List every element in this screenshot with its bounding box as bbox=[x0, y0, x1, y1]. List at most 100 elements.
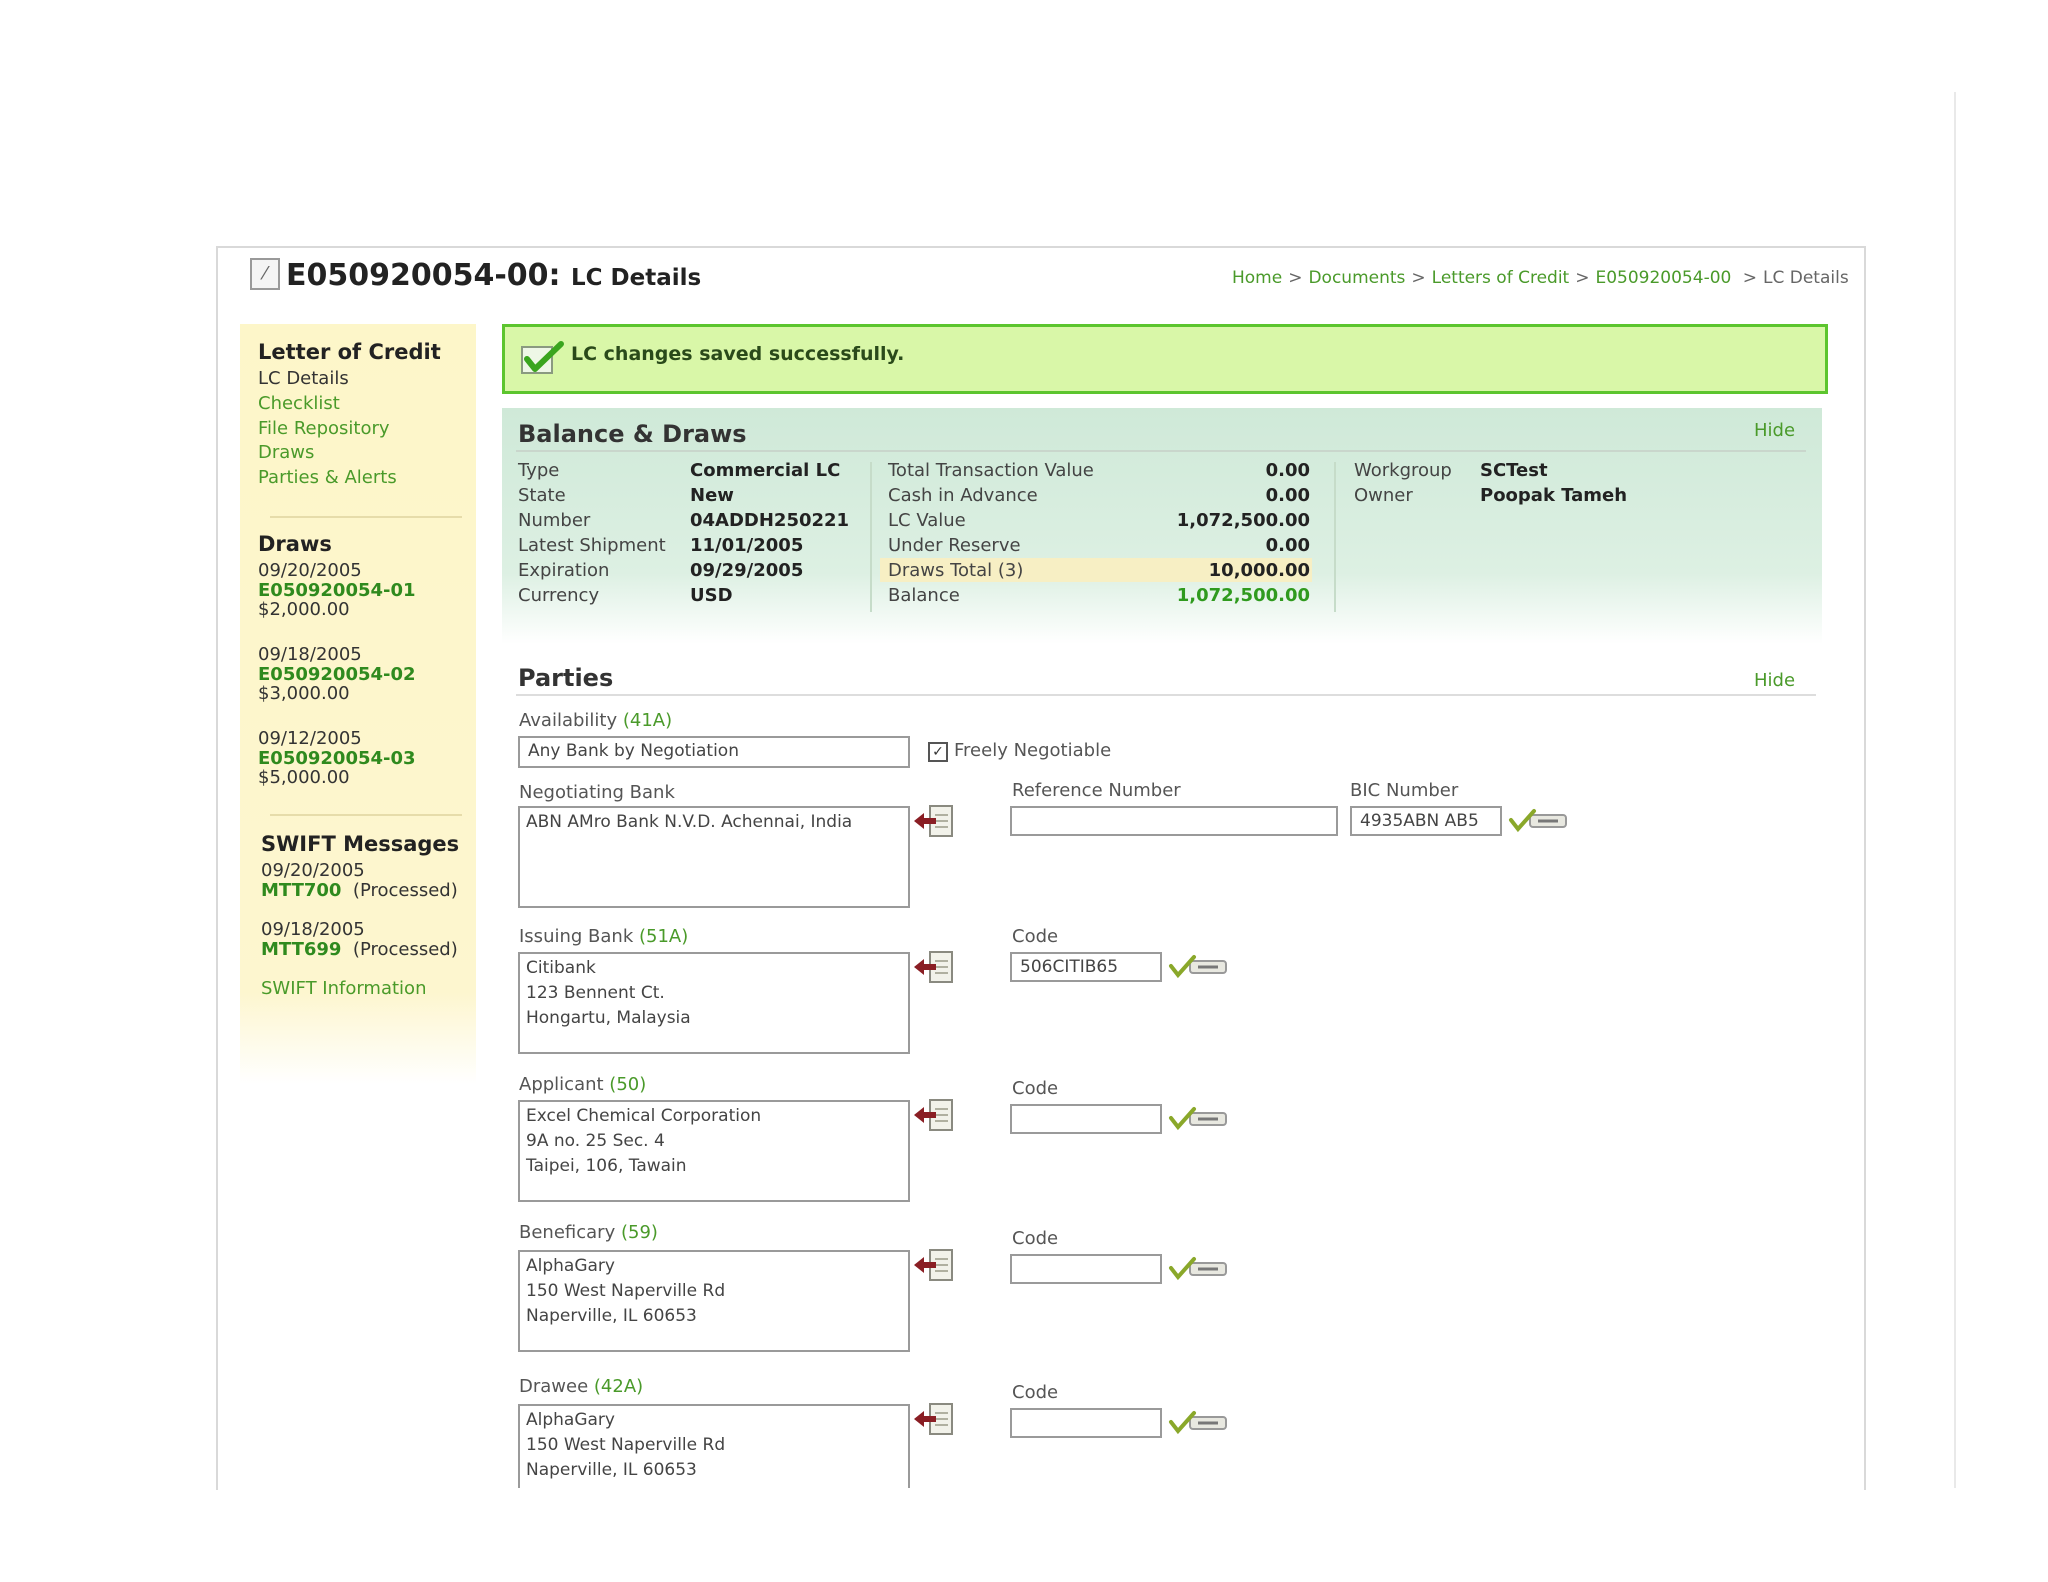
drawee-label: Drawee (42A) bbox=[519, 1376, 644, 1397]
swift-entry: MTT699 (Processed) bbox=[261, 939, 458, 960]
parties-title: Parties bbox=[518, 664, 614, 692]
balance-divider bbox=[516, 450, 1806, 452]
parties-hide-link[interactable]: Hide bbox=[1754, 670, 1795, 691]
column-divider bbox=[870, 462, 872, 612]
state-label: State bbox=[518, 485, 566, 506]
applicant-label: Applicant (50) bbox=[519, 1074, 647, 1095]
swift-information-link[interactable]: SWIFT Information bbox=[261, 978, 426, 999]
breadcrumb-home[interactable]: Home bbox=[1232, 268, 1282, 288]
bic-number-input[interactable]: 4935ABN AB5 bbox=[1350, 806, 1502, 836]
reference-number-label: Reference Number bbox=[1012, 780, 1181, 801]
latest-shipment-value: 11/01/2005 bbox=[690, 535, 804, 556]
drawee-address[interactable]: AlphaGary 150 West Naperville Rd Napervi… bbox=[518, 1404, 910, 1488]
balance-draws-title: Balance & Draws bbox=[518, 420, 747, 448]
expiration-label: Expiration bbox=[518, 560, 610, 581]
availability-label: Availability (41A) bbox=[519, 710, 673, 731]
success-message: LC changes saved successfully. bbox=[571, 343, 905, 365]
sidebar-item-draws[interactable]: Draws bbox=[258, 442, 314, 463]
breadcrumb-letters-of-credit[interactable]: Letters of Credit bbox=[1432, 268, 1570, 288]
draw-link[interactable]: E050920054-02 bbox=[258, 664, 416, 685]
success-alert: LC changes saved successfully. bbox=[502, 324, 1828, 394]
doc-id: E050920054-00: bbox=[286, 258, 561, 293]
owner-value: Poopak Tameh bbox=[1480, 485, 1628, 506]
beneficiary-label: Beneficary (59) bbox=[519, 1222, 658, 1243]
owner-label: Owner bbox=[1354, 485, 1413, 506]
type-label: Type bbox=[518, 460, 560, 481]
sidebar-item-checklist[interactable]: Checklist bbox=[258, 393, 340, 414]
swift-status: (Processed) bbox=[352, 880, 458, 901]
page-subtitle: LC Details bbox=[571, 265, 702, 291]
address-book-icon[interactable] bbox=[912, 1248, 954, 1282]
latest-shipment-label: Latest Shipment bbox=[518, 535, 666, 556]
draws-total-label: Draws Total (3) bbox=[888, 560, 1024, 581]
address-book-icon[interactable] bbox=[912, 804, 954, 838]
address-book-icon[interactable] bbox=[912, 1402, 954, 1436]
verify-code-icon[interactable] bbox=[1508, 808, 1568, 834]
currency-label: Currency bbox=[518, 585, 600, 606]
draw-amount: $5,000.00 bbox=[258, 767, 350, 788]
success-check-icon bbox=[521, 341, 564, 374]
beneficiary-address[interactable]: AlphaGary 150 West Naperville Rd Napervi… bbox=[518, 1250, 910, 1352]
cash-in-advance-value: 0.00 bbox=[1265, 485, 1310, 506]
draw-link[interactable]: E050920054-01 bbox=[258, 580, 416, 601]
page-title: E050920054-00: LC Details bbox=[286, 258, 701, 293]
swift-date: 09/20/2005 bbox=[261, 860, 365, 881]
issuing-code-label: Code bbox=[1012, 926, 1059, 947]
breadcrumb-current: LC Details bbox=[1763, 268, 1849, 288]
breadcrumb: Home > Documents > Letters of Credit > E050920… bbox=[1232, 268, 1849, 288]
swift-status: (Processed) bbox=[352, 939, 458, 960]
freely-negotiable-checkbox[interactable]: ✓ bbox=[928, 742, 948, 762]
drawee-code-label: Code bbox=[1012, 1382, 1059, 1403]
cash-in-advance-label: Cash in Advance bbox=[888, 485, 1038, 506]
draw-amount: $2,000.00 bbox=[258, 599, 350, 620]
number-value: 04ADDH250221 bbox=[690, 510, 850, 531]
breadcrumb-lc-id[interactable]: E050920054-00 bbox=[1595, 268, 1731, 288]
parties-divider bbox=[516, 694, 1816, 696]
draw-date: 09/20/2005 bbox=[258, 560, 362, 581]
lc-value-label: LC Value bbox=[888, 510, 966, 531]
swift-link[interactable]: MTT699 bbox=[261, 939, 341, 960]
lc-value-value: 1,072,500.00 bbox=[1176, 510, 1310, 531]
verify-code-icon[interactable] bbox=[1168, 1256, 1228, 1282]
beneficiary-code-label: Code bbox=[1012, 1228, 1059, 1249]
verify-code-icon[interactable] bbox=[1168, 1106, 1228, 1132]
balance-value: 1,072,500.00 bbox=[1176, 585, 1310, 606]
swift-entry: MTT700 (Processed) bbox=[261, 880, 458, 901]
freely-negotiable-label: Freely Negotiable bbox=[954, 740, 1112, 761]
breadcrumb-documents[interactable]: Documents bbox=[1308, 268, 1405, 288]
swift-link[interactable]: MTT700 bbox=[261, 880, 341, 901]
state-value: New bbox=[690, 485, 734, 506]
issuing-code-input[interactable]: 506CITIB65 bbox=[1010, 952, 1162, 982]
bic-number-label: BIC Number bbox=[1350, 780, 1459, 801]
applicant-code-input[interactable] bbox=[1010, 1104, 1162, 1134]
address-book-icon[interactable] bbox=[912, 1098, 954, 1132]
sidebar: Letter of Credit LC Details Checklist Fi… bbox=[240, 324, 476, 1084]
under-reserve-value: 0.00 bbox=[1265, 535, 1310, 556]
availability-input[interactable]: Any Bank by Negotiation bbox=[518, 736, 910, 768]
sidebar-divider bbox=[270, 516, 462, 518]
under-reserve-label: Under Reserve bbox=[888, 535, 1021, 556]
total-transaction-value: 0.00 bbox=[1265, 460, 1310, 481]
beneficiary-code-input[interactable] bbox=[1010, 1254, 1162, 1284]
draw-link[interactable]: E050920054-03 bbox=[258, 748, 416, 769]
issuing-bank-address[interactable]: Citibank 123 Bennent Ct. Hongartu, Malay… bbox=[518, 952, 910, 1054]
sidebar-item-parties-alerts[interactable]: Parties & Alerts bbox=[258, 467, 397, 488]
sidebar-item-lc-details: LC Details bbox=[258, 368, 349, 389]
applicant-address[interactable]: Excel Chemical Corporation 9A no. 25 Sec… bbox=[518, 1100, 910, 1202]
workgroup-value: SCTest bbox=[1480, 460, 1548, 481]
applicant-code-label: Code bbox=[1012, 1078, 1059, 1099]
draw-amount: $3,000.00 bbox=[258, 683, 350, 704]
verify-code-icon[interactable] bbox=[1168, 1410, 1228, 1436]
sidebar-item-file-repository[interactable]: File Repository bbox=[258, 418, 390, 439]
balance-hide-link[interactable]: Hide bbox=[1754, 420, 1795, 441]
negotiating-bank-label: Negotiating Bank bbox=[519, 782, 675, 803]
verify-code-icon[interactable] bbox=[1168, 954, 1228, 980]
reference-number-input[interactable] bbox=[1010, 806, 1338, 836]
address-book-icon[interactable] bbox=[912, 950, 954, 984]
balance-draws-panel: Balance & Draws Hide Type Commercial LC … bbox=[502, 408, 1822, 644]
currency-value: USD bbox=[690, 585, 733, 606]
drawee-code-input[interactable] bbox=[1010, 1408, 1162, 1438]
number-label: Number bbox=[518, 510, 591, 531]
negotiating-bank-address[interactable]: ABN AMro Bank N.V.D. Achennai, India bbox=[518, 806, 910, 908]
sidebar-swift-heading: SWIFT Messages bbox=[261, 832, 460, 856]
